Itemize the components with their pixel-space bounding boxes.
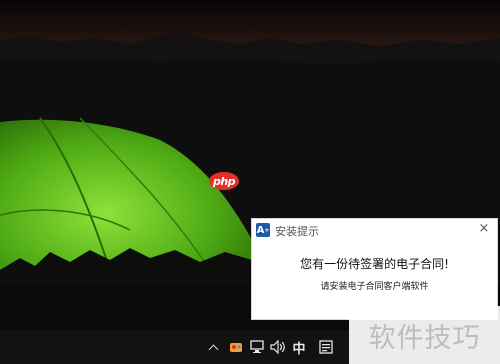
php-logo: php bbox=[209, 172, 239, 190]
ime-indicator[interactable]: 中 bbox=[291, 338, 307, 357]
network-icon[interactable] bbox=[249, 338, 265, 356]
app-icon: A + bbox=[256, 223, 270, 237]
notification-header: A + 安装提示 × bbox=[252, 219, 497, 241]
close-icon[interactable]: × bbox=[477, 222, 491, 236]
action-center-icon[interactable] bbox=[318, 338, 334, 356]
notification-toast[interactable]: A + 安装提示 × 您有一份待签署的电子合同! 请安装电子合同客户端软件 bbox=[251, 218, 498, 320]
notification-headline: 您有一份待签署的电子合同! bbox=[300, 257, 449, 271]
notification-title: 安装提示 bbox=[275, 225, 319, 238]
volume-icon[interactable] bbox=[269, 338, 287, 356]
notification-body: 请安装电子合同客户端软件 bbox=[320, 282, 429, 292]
tray-app-icon[interactable] bbox=[228, 338, 244, 356]
chevron-up-icon[interactable] bbox=[205, 338, 221, 356]
watermark: 软件技巧 bbox=[349, 306, 500, 364]
